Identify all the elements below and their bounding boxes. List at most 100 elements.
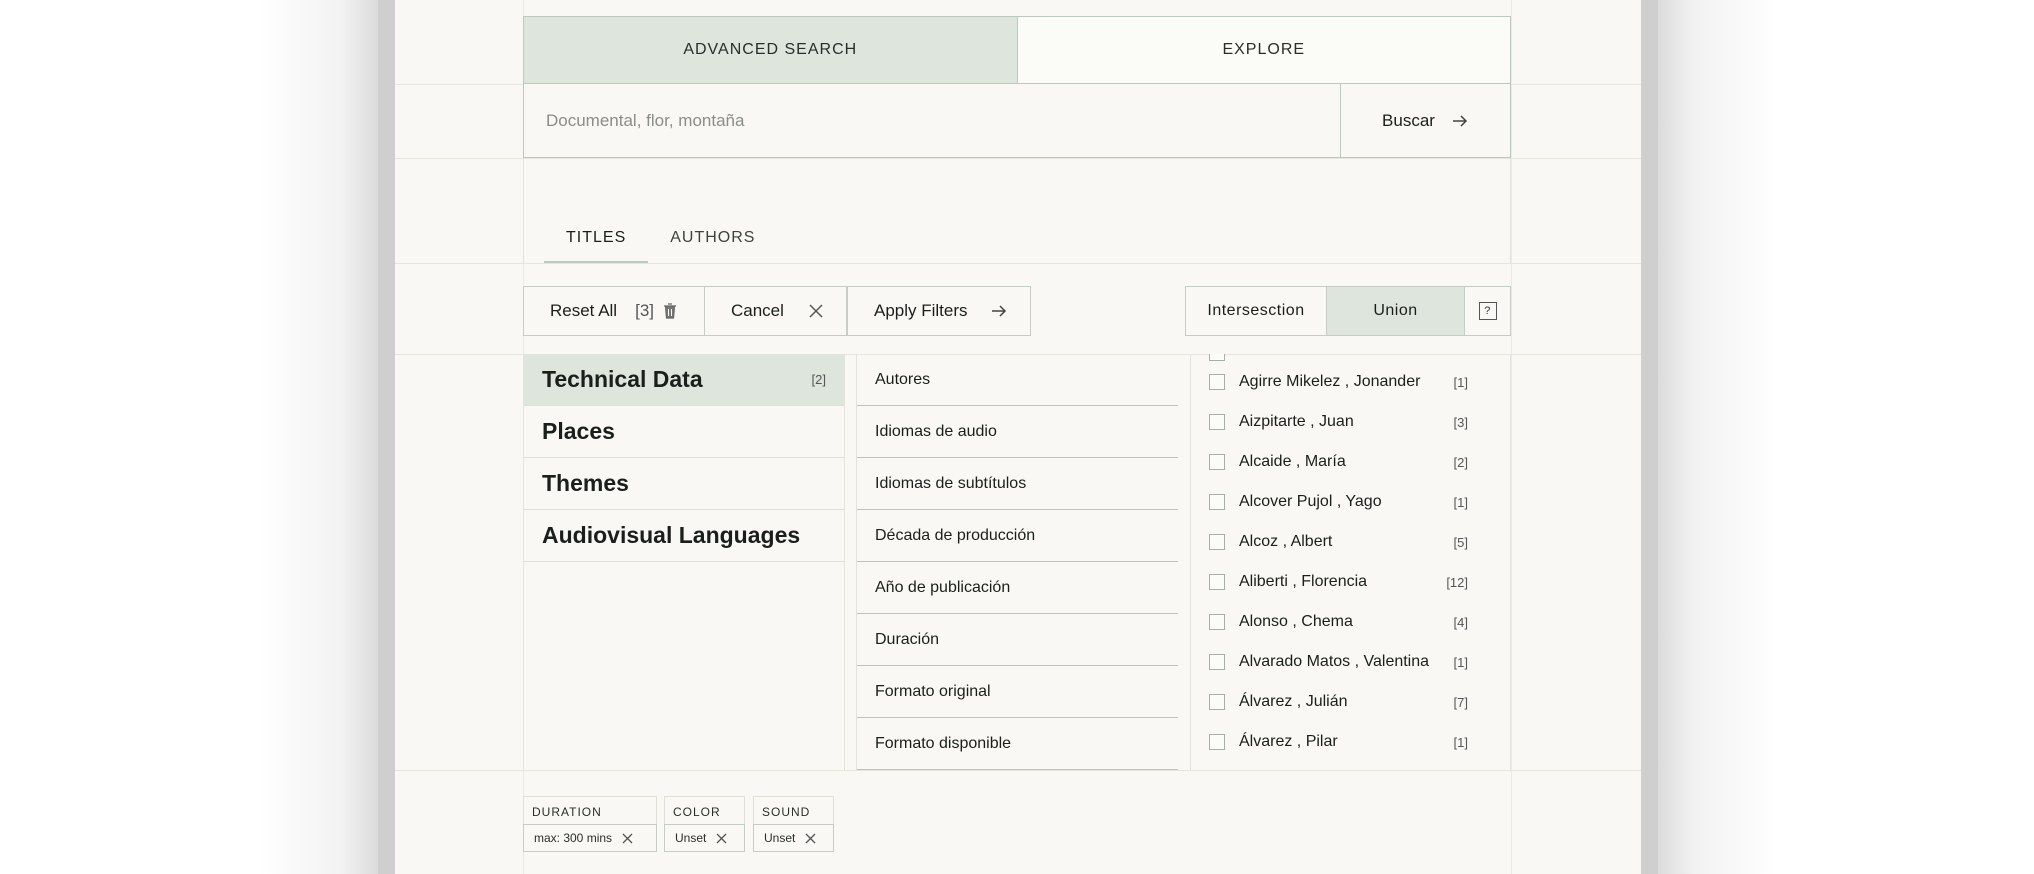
cancel-label: Cancel xyxy=(731,301,784,320)
active-filter-color: COLOR Unset xyxy=(664,796,745,852)
category-label: Technical Data xyxy=(542,366,703,392)
option-item[interactable]: Aizpitarte , Juan [3] xyxy=(1191,402,1510,442)
subcategory-item[interactable]: Duración xyxy=(857,614,1178,666)
option-count: [1] xyxy=(1453,734,1468,750)
category-label: Places xyxy=(542,418,615,444)
reset-all-button[interactable]: Reset All [3] xyxy=(523,286,705,336)
close-icon xyxy=(622,833,633,843)
checkbox[interactable] xyxy=(1209,694,1225,710)
help-button[interactable]: ? xyxy=(1464,287,1510,335)
arrow-right-icon xyxy=(1452,114,1468,127)
subcategory-item[interactable]: Década de producción xyxy=(857,510,1178,562)
category-audiovisual-languages[interactable]: Audiovisual Languages xyxy=(524,510,844,562)
option-label: Alonso , Chema xyxy=(1239,613,1353,630)
option-item[interactable]: Álvarez , Pilar [1] xyxy=(1191,722,1510,762)
checkbox[interactable] xyxy=(1209,574,1225,590)
filter-logic-toggle: Intersesction Union ? xyxy=(1185,286,1511,336)
search-bar: Buscar xyxy=(523,84,1511,158)
option-count: [1] xyxy=(1453,494,1468,510)
filter-label: DURATION xyxy=(523,796,657,824)
union-button[interactable]: Union xyxy=(1326,287,1464,335)
category-label: Audiovisual Languages xyxy=(542,522,801,548)
option-count: [7] xyxy=(1453,694,1468,710)
option-label: Aliberti , Florencia xyxy=(1239,573,1368,590)
option-label: Álvarez , Pilar xyxy=(1239,733,1338,750)
subcategory-item[interactable]: Formato original xyxy=(857,666,1178,718)
subcategory-item[interactable]: Autores xyxy=(857,354,1178,406)
checkbox[interactable] xyxy=(1209,414,1225,430)
filter-label: SOUND xyxy=(753,796,834,824)
tab-authors[interactable]: AUTHORS xyxy=(648,229,777,263)
checkbox[interactable] xyxy=(1209,734,1225,750)
tab-titles[interactable]: TITLES xyxy=(544,229,649,263)
option-count: [5] xyxy=(1453,534,1468,550)
option-label: Alvarado Matos , Valentina xyxy=(1239,653,1430,670)
reset-all-label: Reset All xyxy=(550,301,618,320)
filter-value: Unset xyxy=(764,831,796,845)
option-count: [12] xyxy=(1446,574,1468,590)
option-item[interactable]: Álvarez , Julián [7] xyxy=(1191,682,1510,722)
shadow-right xyxy=(1658,0,1778,874)
category-technical-data[interactable]: Technical Data [2] xyxy=(524,354,844,406)
option-item[interactable]: Alcoz , Albert [5] xyxy=(1191,522,1510,562)
option-item[interactable]: Aliberti , Florencia [12] xyxy=(1191,562,1510,602)
checkbox[interactable] xyxy=(1209,374,1225,390)
scroll-remnant xyxy=(1191,354,1510,362)
filter-label: COLOR xyxy=(664,796,745,824)
checkbox xyxy=(1209,354,1225,361)
checkbox[interactable] xyxy=(1209,454,1225,470)
option-item[interactable]: Alcover Pujol , Yago [1] xyxy=(1191,482,1510,522)
checkbox[interactable] xyxy=(1209,494,1225,510)
option-label: Alcaide , María xyxy=(1239,453,1346,470)
option-label: Agirre Mikelez , Jonander xyxy=(1239,373,1421,390)
remove-filter-button[interactable]: Unset xyxy=(664,824,745,852)
grid-line xyxy=(395,263,1641,264)
close-icon xyxy=(805,833,816,843)
subcategory-item[interactable]: Formato disponible xyxy=(857,718,1178,770)
tab-advanced-search[interactable]: ADVANCED SEARCH xyxy=(524,17,1017,83)
option-count: [3] xyxy=(1453,414,1468,430)
arrow-right-icon xyxy=(990,302,1008,320)
intersection-button[interactable]: Intersesction xyxy=(1186,287,1326,335)
option-count: [4] xyxy=(1453,614,1468,630)
remove-filter-button[interactable]: Unset xyxy=(753,824,834,852)
option-item[interactable]: Alonso , Chema [4] xyxy=(1191,602,1510,642)
remove-filter-button[interactable]: max: 300 mins xyxy=(523,824,657,852)
shadow-left xyxy=(258,0,378,874)
option-item[interactable]: Alcaide , María [2] xyxy=(1191,442,1510,482)
subcategory-item[interactable]: Idiomas de audio xyxy=(857,406,1178,458)
category-label: Themes xyxy=(542,470,629,496)
close-icon xyxy=(808,303,824,319)
tab-explore[interactable]: EXPLORE xyxy=(1016,17,1510,83)
checkbox[interactable] xyxy=(1209,654,1225,670)
option-count: [1] xyxy=(1453,654,1468,670)
result-mode-panel: TITLES AUTHORS xyxy=(523,158,1511,263)
help-icon: ? xyxy=(1478,302,1497,320)
subcategory-item[interactable]: Año de publicación xyxy=(857,562,1178,614)
subcategory-item[interactable]: Idiomas de subtítulos xyxy=(857,458,1178,510)
checkbox[interactable] xyxy=(1209,534,1225,550)
option-count: [2] xyxy=(1453,454,1468,470)
search-input[interactable] xyxy=(524,84,1340,157)
option-item[interactable]: Agirre Mikelez , Jonander [1] xyxy=(1191,362,1510,402)
option-label: Álvarez , Julián xyxy=(1239,693,1348,710)
search-button-label: Buscar xyxy=(1382,110,1435,130)
cancel-button[interactable]: Cancel xyxy=(704,286,847,336)
grid-line xyxy=(1511,0,1512,874)
option-label: Alcover Pujol , Yago xyxy=(1239,493,1382,510)
active-filter-duration: DURATION max: 300 mins xyxy=(523,796,657,852)
checkbox[interactable] xyxy=(1209,614,1225,630)
filter-value: Unset xyxy=(675,831,707,845)
category-places[interactable]: Places xyxy=(524,406,844,458)
apply-filters-label: Apply Filters xyxy=(874,301,968,320)
result-mode-tabs: TITLES AUTHORS xyxy=(544,229,777,263)
trash-icon xyxy=(662,302,678,320)
option-item[interactable]: Alvarado Matos , Valentina [1] xyxy=(1191,642,1510,682)
grid-line xyxy=(395,770,1641,771)
option-label: Alcoz , Albert xyxy=(1239,533,1333,550)
category-themes[interactable]: Themes xyxy=(524,458,844,510)
option-label: Aizpitarte , Juan xyxy=(1239,413,1354,430)
search-button[interactable]: Buscar xyxy=(1340,84,1510,157)
category-column: Technical Data [2] Places Themes Audiovi… xyxy=(523,354,845,770)
apply-filters-button[interactable]: Apply Filters xyxy=(847,286,1031,336)
